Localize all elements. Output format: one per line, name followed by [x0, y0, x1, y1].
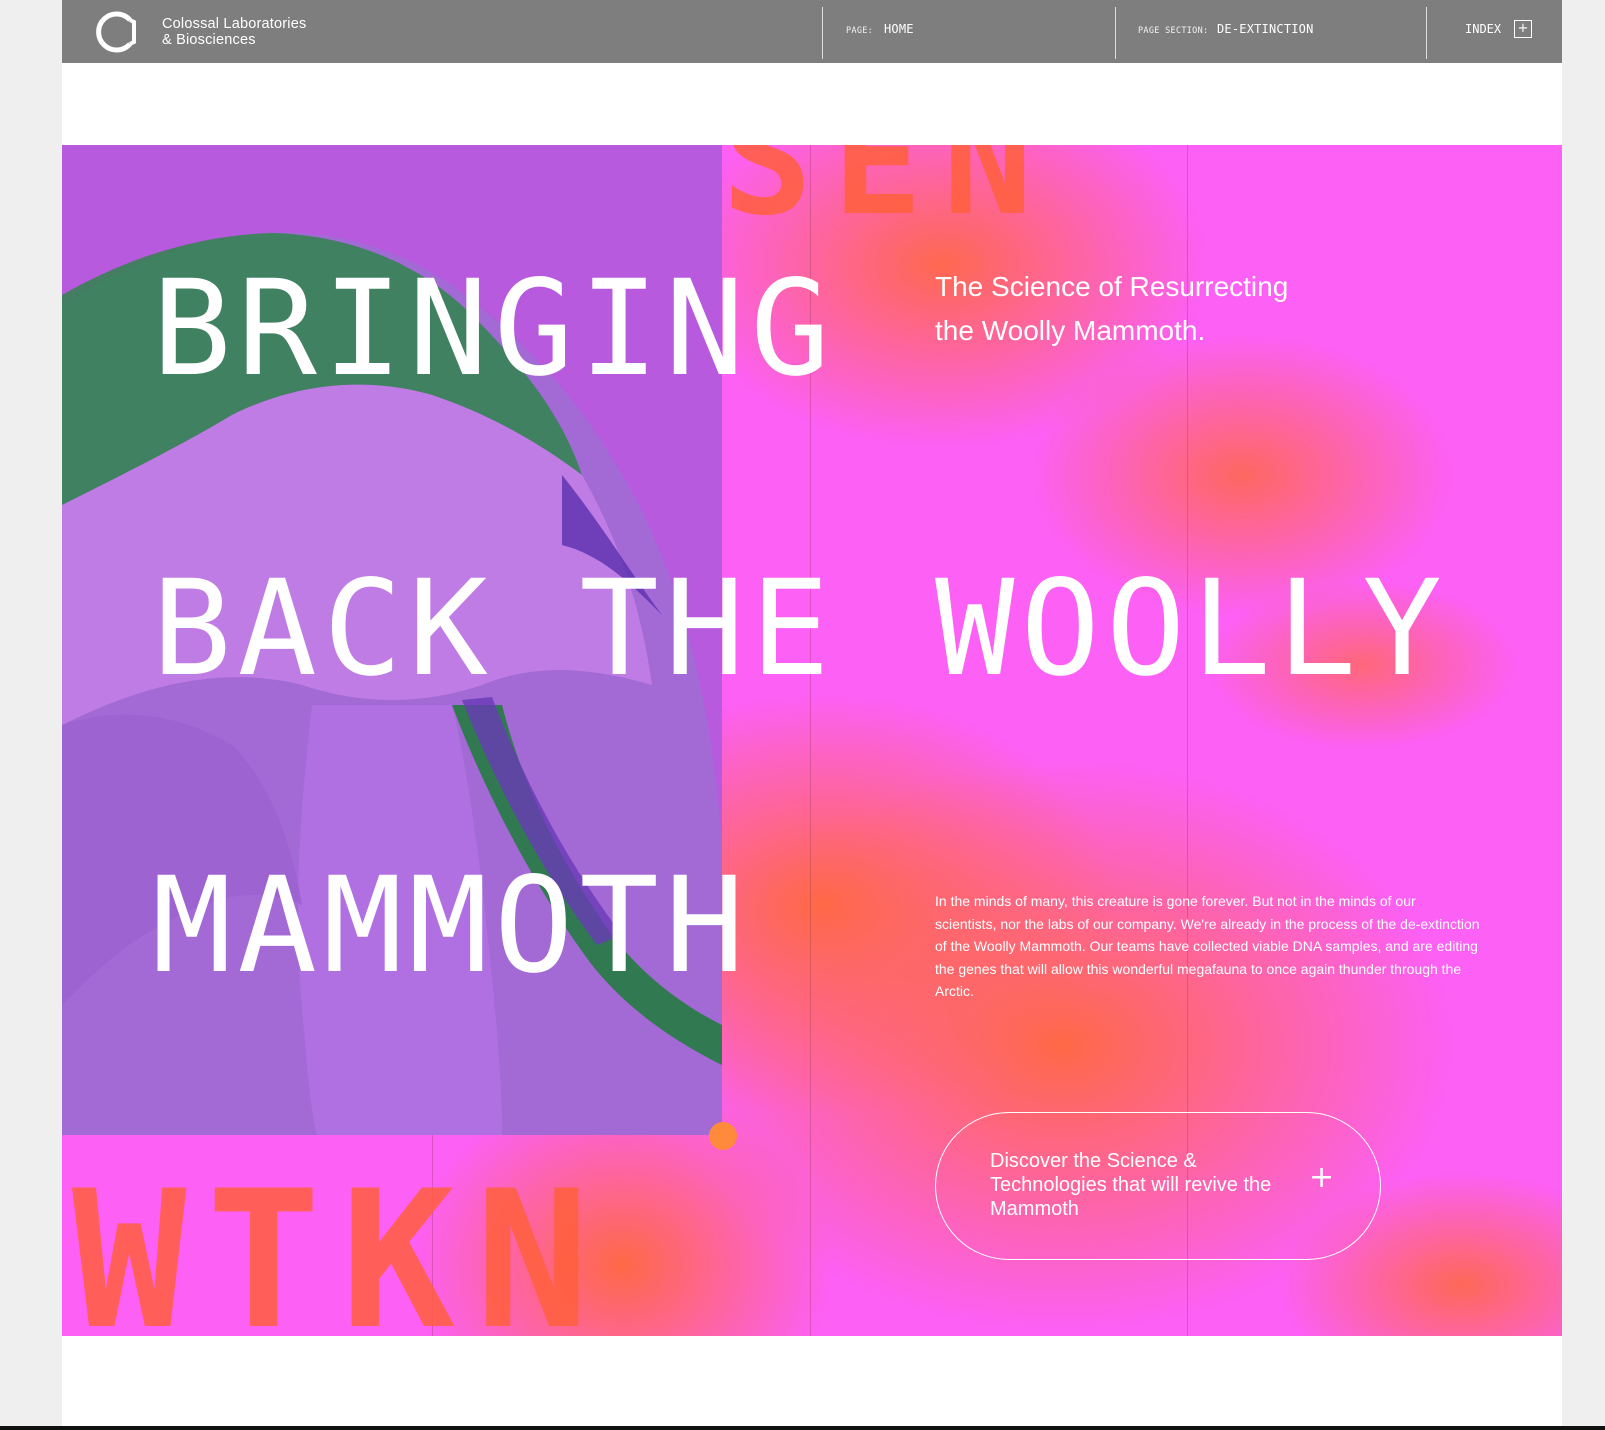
header-divider — [1115, 7, 1116, 59]
headline-line-2a: BACK THE — [152, 552, 836, 706]
background-ghost-letters: SEN — [722, 145, 1053, 249]
page: Colossal Laboratories & Biosciences PAGE… — [62, 0, 1562, 1430]
header-divider — [822, 7, 823, 59]
brand-line-1: Colossal Laboratories — [162, 16, 307, 32]
discover-science-button[interactable]: Discover the Science & Technologies that… — [935, 1112, 1381, 1260]
headline-line-3: MAMMOTH — [152, 849, 751, 1003]
subtitle-line-1: The Science of Resurrecting — [935, 271, 1289, 302]
index-plus-icon[interactable]: + — [1514, 20, 1532, 38]
headline-line-1: BRINGING — [152, 252, 836, 406]
site-header: Colossal Laboratories & Biosciences PAGE… — [62, 0, 1562, 63]
background-ghost-letters: WTKN — [72, 1150, 610, 1336]
plus-icon: + — [1309, 1160, 1335, 1195]
index-menu-label[interactable]: INDEX — [1465, 22, 1501, 36]
colossal-logo-icon[interactable] — [90, 8, 140, 56]
header-divider — [1426, 7, 1427, 59]
hero-body-text: In the minds of many, this creature is g… — [935, 893, 1480, 999]
accent-dot — [709, 1122, 737, 1150]
page-value: HOME — [884, 22, 914, 36]
subtitle-line-2: the Woolly Mammoth. — [935, 315, 1206, 346]
hero-subtitle: The Science of Resurrecting the Woolly M… — [935, 265, 1395, 353]
hero-section: SEN WTKN BRINGING BACK THE WOOLLY MAMMOT… — [62, 145, 1562, 1336]
headline-line-2b: WOOLLY — [935, 552, 1448, 706]
page-section-value: DE-EXTINCTION — [1217, 22, 1314, 36]
brand-line-2: & Biosciences — [162, 31, 256, 48]
page-section-label: PAGE SECTION: — [1138, 26, 1209, 36]
window-bottom-edge — [0, 1426, 1605, 1430]
brand-name[interactable]: Colossal Laboratories & Biosciences — [162, 16, 307, 48]
cta-label: Discover the Science & Technologies that… — [990, 1150, 1272, 1220]
page-label: PAGE: — [846, 26, 874, 36]
